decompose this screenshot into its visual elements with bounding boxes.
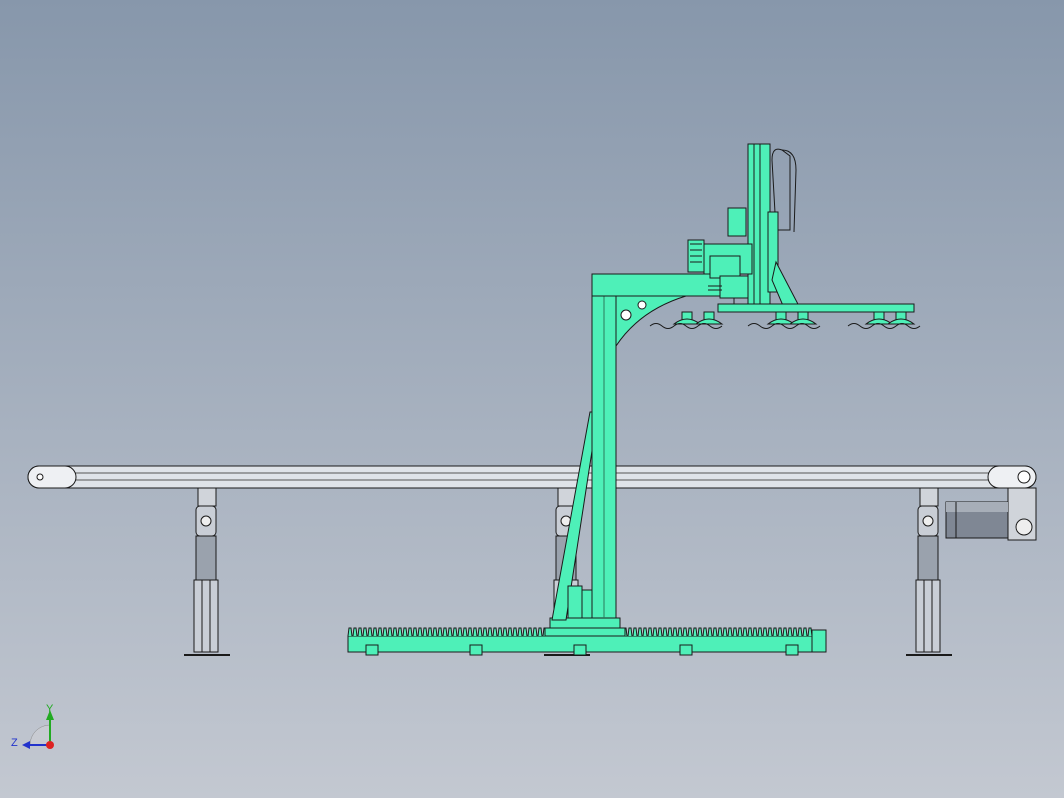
- triad-quarter-disc: [29, 724, 51, 746]
- cad-viewport[interactable]: Y Z: [0, 0, 1064, 798]
- cad-drawing: Y Z: [11, 143, 1037, 749]
- conveyor-beam: [27, 465, 1037, 489]
- suction-gripper: [649, 303, 921, 329]
- gripper-bar: [717, 303, 915, 313]
- conveyor-leg-left: [184, 487, 230, 656]
- conveyor-left-end: [27, 465, 77, 489]
- conveyor-leg-right: [906, 487, 952, 656]
- arm-beam: [591, 273, 723, 297]
- triad-origin: [46, 741, 54, 749]
- drive-motor: [945, 487, 1037, 541]
- arm-gusset: [615, 295, 687, 348]
- view-triad[interactable]: Y Z: [11, 703, 54, 749]
- conveyor: [27, 465, 1037, 489]
- suction-cups: [672, 311, 916, 325]
- triad-y-label: Y: [46, 703, 54, 715]
- triad-z-label: Z: [11, 737, 18, 749]
